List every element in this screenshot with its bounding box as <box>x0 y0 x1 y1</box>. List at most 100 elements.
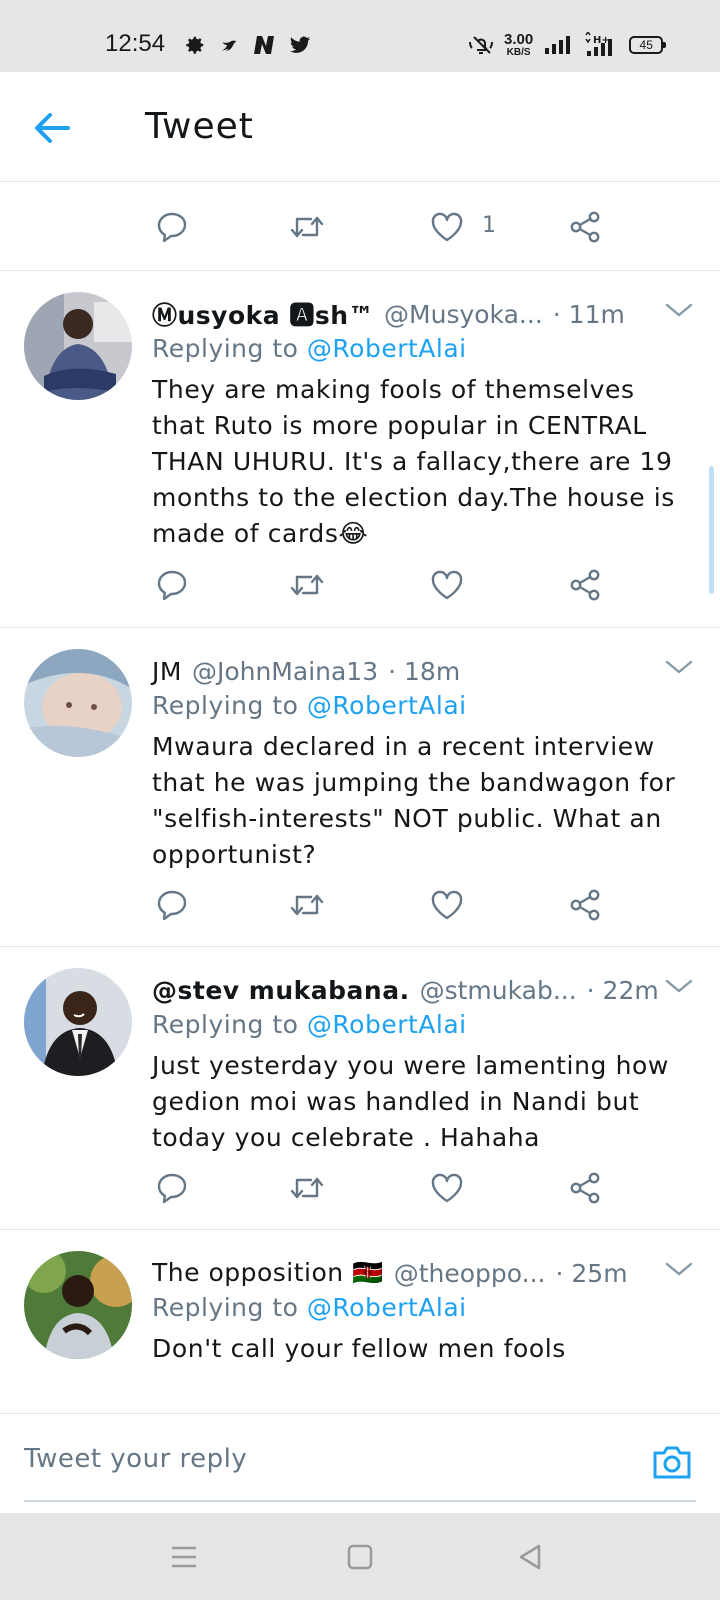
mute-bell-icon <box>469 36 493 54</box>
user-handle[interactable]: @JohnMaina13 <box>192 657 378 686</box>
menu-nav-button[interactable] <box>162 1537 206 1577</box>
share-button[interactable] <box>565 885 605 925</box>
back-button[interactable] <box>30 106 74 150</box>
reply-icon <box>157 1173 187 1204</box>
tweet-time: · 11m <box>552 299 625 329</box>
system-navigation-bar <box>0 1513 720 1600</box>
reply-tweet[interactable]: Ⓜusyoka 🅰sh™ @Musyoka... · 11m Replying … <box>0 272 720 628</box>
tweet-text: Don't call your fellow men fools <box>152 1334 566 1363</box>
user-handle[interactable]: @stmukab... <box>420 976 577 1005</box>
tweet-actions <box>152 565 612 605</box>
avatar-photo <box>24 968 132 1076</box>
reply-button[interactable] <box>152 565 192 605</box>
chevron-down-icon[interactable] <box>664 1259 694 1279</box>
reply-button[interactable] <box>152 885 192 925</box>
gear-icon <box>186 36 204 54</box>
like-button[interactable] <box>427 207 467 247</box>
avatar-photo <box>24 292 132 400</box>
share-icon <box>570 1172 600 1204</box>
replies-feed[interactable]: 1 Ⓜusyoka 🅰sh™ @Musyoka... · 11m Replyin… <box>0 183 720 1413</box>
avatar-photo <box>24 1251 132 1359</box>
camera-icon <box>653 1446 691 1479</box>
avatar[interactable] <box>24 1251 132 1359</box>
retweet-icon <box>290 216 324 238</box>
chevron-down-icon[interactable] <box>664 976 694 996</box>
replying-to-label: Replying to <box>152 691 299 720</box>
replying-to-label: Replying to <box>152 334 299 363</box>
replying-to: Replying to @RobertAlai <box>152 1293 467 1322</box>
back-arrow-icon <box>35 113 70 143</box>
signal-hplus-icon: H+ <box>585 32 613 56</box>
like-button[interactable] <box>427 565 467 605</box>
tweet-text: Mwaura declared in a recent interview th… <box>152 732 676 869</box>
network-speed: 3.00 KB/S <box>504 32 533 58</box>
user-handle[interactable]: @Musyoka... <box>384 300 543 329</box>
square-icon <box>347 1544 373 1570</box>
tweet-header: @stev mukabana. @stmukab... · 22m <box>152 972 692 1008</box>
display-name[interactable]: @stev mukabana. <box>152 976 410 1005</box>
page-title: Tweet <box>145 106 254 147</box>
share-icon <box>570 569 600 601</box>
heart-icon <box>431 1173 463 1203</box>
retweet-button[interactable] <box>287 565 327 605</box>
tweet-header: JM @JohnMaina13 · 18m <box>152 653 692 689</box>
chevron-down-icon[interactable] <box>664 300 694 320</box>
tweet-time: · 25m <box>555 1258 628 1288</box>
retweet-icon <box>290 574 324 596</box>
share-button[interactable] <box>565 1168 605 1208</box>
replying-to-mention[interactable]: @RobertAlai <box>307 691 467 720</box>
notification-icons <box>184 32 312 58</box>
share-button[interactable] <box>565 207 605 247</box>
retweet-button[interactable] <box>287 207 327 247</box>
back-nav-button[interactable] <box>508 1537 552 1577</box>
network-speed-unit: KB/S <box>506 47 531 58</box>
twitter-icon <box>289 36 311 53</box>
display-name[interactable]: JM <box>152 657 182 686</box>
reply-button[interactable] <box>152 1168 192 1208</box>
replying-to-label: Replying to <box>152 1293 299 1322</box>
reply-button[interactable] <box>152 207 192 247</box>
replying-to-mention[interactable]: @RobertAlai <box>307 334 467 363</box>
avatar[interactable] <box>24 968 132 1076</box>
avatar[interactable] <box>24 292 132 400</box>
reply-tweet[interactable]: The opposition 🇰🇪 @theoppo... · 25m Repl… <box>0 1231 720 1413</box>
retweet-button[interactable] <box>287 885 327 925</box>
reply-icon <box>157 570 187 601</box>
replying-to-mention[interactable]: @RobertAlai <box>307 1293 467 1322</box>
user-handle[interactable]: @theoppo... <box>394 1259 546 1288</box>
news-app-icon <box>254 36 274 54</box>
scroll-indicator[interactable] <box>709 466 714 594</box>
signal-icon <box>545 36 571 54</box>
reply-input[interactable] <box>24 1434 614 1484</box>
display-name[interactable]: The opposition 🇰🇪 <box>152 1258 384 1288</box>
replying-to: Replying to @RobertAlai <box>152 334 467 363</box>
home-nav-button[interactable] <box>338 1537 382 1577</box>
chevron-down-icon[interactable] <box>664 657 694 677</box>
share-icon <box>570 889 600 921</box>
like-button[interactable] <box>427 885 467 925</box>
display-name[interactable]: Ⓜusyoka 🅰sh™ <box>152 296 374 332</box>
replying-to: Replying to @RobertAlai <box>152 1010 467 1039</box>
replying-to-label: Replying to <box>152 1010 299 1039</box>
network-speed-value: 3.00 <box>504 31 534 48</box>
replying-to-mention[interactable]: @RobertAlai <box>307 1010 467 1039</box>
reply-tweet[interactable]: JM @JohnMaina13 · 18m Replying to @Rober… <box>0 629 720 947</box>
avatar[interactable] <box>24 649 132 757</box>
share-button[interactable] <box>565 565 605 605</box>
system-indicators: 3.00 KB/S H+ 45 <box>468 28 667 62</box>
tweet-actions <box>152 1168 612 1208</box>
like-button[interactable] <box>427 1168 467 1208</box>
share-icon <box>570 211 600 243</box>
reply-icon <box>157 890 187 921</box>
reply-icon <box>157 212 187 243</box>
menu-icon <box>172 1546 196 1568</box>
reply-tweet[interactable]: @stev mukabana. @stmukab... · 22m Replyi… <box>0 948 720 1230</box>
heart-icon <box>431 570 463 600</box>
retweet-button[interactable] <box>287 1168 327 1208</box>
tweet-actions <box>152 885 612 925</box>
tweet-text: Just yesterday you were lamenting how ge… <box>152 1051 669 1152</box>
triangle-back-icon <box>519 1544 541 1570</box>
tweet-header: The opposition 🇰🇪 @theoppo... · 25m <box>152 1255 692 1291</box>
camera-button[interactable] <box>650 1440 694 1484</box>
status-bar: 12:54 3.00 KB/S H+ 45 <box>0 0 720 72</box>
